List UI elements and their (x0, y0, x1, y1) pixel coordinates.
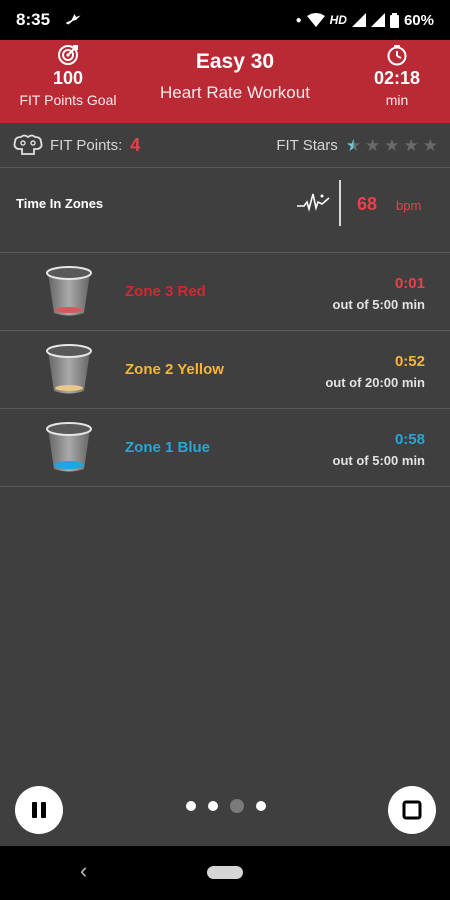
workout-subtitle: Heart Rate Workout (160, 83, 310, 102)
zone-total: out of 5:00 min (332, 453, 425, 468)
heart-rate-unit: bpm (396, 198, 422, 213)
signal-icon (351, 13, 366, 27)
fit-points-value: 4 (130, 134, 141, 155)
battery-icon (389, 12, 399, 28)
pulse-icon (297, 193, 330, 213)
heart-rate-divider (339, 180, 341, 226)
page-indicator (186, 799, 266, 813)
zone-time: 0:01 (394, 275, 425, 292)
zone-cup-icon (46, 266, 92, 316)
dot-icon: ● (295, 14, 302, 26)
fit-points-label: FIT Points: (50, 136, 123, 154)
fit-points-row: FIT Points: 4 FIT Stars ★ ★ ★ ★ ★ (0, 123, 450, 168)
fit-stars-label: FIT Stars (276, 136, 338, 154)
star-icon-4: ★ (403, 135, 419, 155)
stopwatch-icon (387, 45, 407, 66)
back-icon[interactable]: ‹ (80, 860, 87, 882)
zone-name: Zone 2 Yellow (125, 361, 224, 378)
time-in-zones-row: Time In Zones 68 bpm (0, 168, 450, 253)
goal-value: 100 (52, 68, 84, 88)
zone-name: Zone 3 Red (125, 283, 206, 300)
workout-header: 100 FIT Points Goal Easy 30 Heart Rate W… (0, 40, 450, 123)
zone-time: 0:58 (394, 431, 425, 448)
time-in-zones-label: Time In Zones (16, 196, 104, 211)
workout-title: Easy 30 (195, 50, 275, 73)
pause-button[interactable] (15, 786, 63, 834)
battery-percent: 60% (403, 11, 434, 29)
status-icons: ● HD 60% (296, 12, 434, 29)
status-bar: 8:35 ● HD 60% (0, 0, 450, 40)
zone-row-3: Zone 3 Red 0:01 out of 5:00 min (0, 253, 450, 331)
star-icon-5: ★ (422, 135, 438, 155)
stop-icon (402, 800, 422, 820)
goal-block: 100 FIT Points Goal (8, 44, 128, 108)
network-label: HD (329, 13, 347, 27)
page-dot[interactable] (208, 801, 218, 811)
page-dot-active[interactable] (230, 799, 244, 813)
signal-icon-2 (370, 13, 385, 27)
system-nav-bar: ‹ (0, 846, 450, 900)
star-icon-2: ★ (365, 135, 381, 155)
target-icon (58, 45, 78, 65)
zone-total: out of 20:00 min (325, 375, 425, 390)
wifi-icon (306, 13, 325, 27)
home-pill[interactable] (207, 866, 243, 879)
elapsed-value: 02:18 (373, 68, 421, 88)
zone-time: 0:52 (394, 353, 425, 370)
workout-title-block: Easy 30 Heart Rate Workout (130, 50, 340, 103)
star-icon-3: ★ (384, 135, 400, 155)
zone-total: out of 5:00 min (332, 297, 425, 312)
elapsed-block: 02:18 min (352, 44, 442, 108)
zone-row-1: Zone 1 Blue 0:58 out of 5:00 min (0, 409, 450, 487)
fit-stars: FIT Stars ★ ★ ★ ★ ★ (276, 137, 438, 154)
goal-label: FIT Points Goal (19, 92, 117, 108)
brain-icon (13, 134, 43, 155)
zone-cup-icon (46, 422, 92, 472)
notification-bird-icon (65, 14, 81, 25)
zone-cup-icon (46, 344, 92, 394)
heart-rate-value: 68 (357, 194, 378, 214)
zone-row-2: Zone 2 Yellow 0:52 out of 20:00 min (0, 331, 450, 409)
status-time: 8:35 (16, 10, 51, 29)
elapsed-unit: min (385, 92, 409, 108)
zone-name: Zone 1 Blue (125, 439, 211, 456)
page-dot[interactable] (256, 801, 266, 811)
stop-button[interactable] (388, 786, 436, 834)
star-icon-1: ★ (345, 135, 361, 155)
page-dot[interactable] (186, 801, 196, 811)
pause-icon (32, 802, 46, 818)
